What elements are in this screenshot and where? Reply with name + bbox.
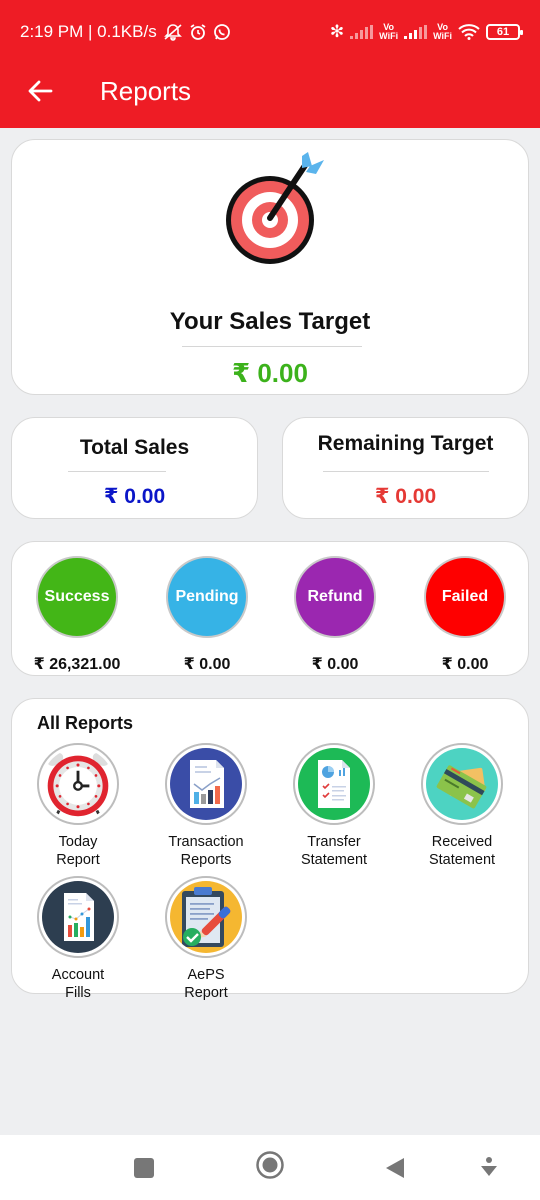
top-bar: 2:19 PM | 0.1KB/s ✻ Vo WiFi Vo WiFi 61 Rep… [0,0,540,128]
sales-target-value: ₹ 0.00 [232,358,308,388]
battery-icon: 61 [486,24,523,40]
report-label: Today [58,834,98,850]
transaction-status-card: Success ₹ 26,321.00 Pending ₹ 0.00 Refun… [11,541,529,676]
success-amount: ₹ 26,321.00 [33,656,121,673]
status-failed: Failed ₹ 0.00 [410,556,520,674]
assistant-icon [481,1157,497,1176]
back-icon [386,1158,404,1178]
today-report-button[interactable]: Today Report [14,743,142,869]
battery-level: 61 [496,26,510,38]
remaining-target-value: ₹ 0.00 [374,485,437,508]
whatsapp-icon [213,24,230,40]
report-label: Transfer [307,834,361,850]
total-sales-card: Total Sales ₹ 0.00 [11,417,258,519]
remaining-target-title: Remaining Target [317,432,494,455]
chart-document-icon [190,760,224,808]
pending-label: Pending [175,588,239,605]
bar-chart-document-icon [64,893,94,941]
alarm-icon [190,24,206,40]
app-bar: Reports [0,68,540,114]
total-sales-title: Total Sales [79,436,190,459]
success-button[interactable]: Success [36,556,118,638]
status-time-speed: 2:19 PM | 0.1KB/s [20,22,157,41]
target-icon [226,152,324,264]
vowifi-icon: Vo WiFi [379,22,399,41]
report-label: Report [56,852,100,868]
all-reports-title: All Reports [37,713,134,733]
status-refund: Refund ₹ 0.00 [280,556,390,674]
assistant-button[interactable] [474,1155,504,1181]
refund-label: Refund [307,588,363,605]
bluetooth-icon: ✻ [329,22,345,41]
back-nav-button[interactable] [380,1155,410,1181]
status-success: Success ₹ 26,321.00 [22,556,132,674]
divider [182,346,362,347]
report-label: Statement [428,852,496,868]
arrow-left-icon [28,80,53,102]
home-icon [256,1151,284,1179]
sales-target-title: Your Sales Target [169,308,371,335]
recents-icon [134,1158,154,1178]
mute-icon [163,24,182,41]
alarm-clock-icon [47,752,109,819]
status-pending: Pending ₹ 0.00 [152,556,262,674]
statement-document-icon [318,760,350,808]
clipboard-check-icon [182,887,231,947]
account-fills-button[interactable]: Account Fills [14,876,142,1002]
status-bar: 2:19 PM | 0.1KB/s ✻ Vo WiFi Vo WiFi 61 [20,20,523,44]
signal-icon [404,25,428,39]
refund-button[interactable]: Refund [294,556,376,638]
report-label: AePS [187,967,225,983]
report-label: Report [184,985,228,1001]
credit-card-icon [436,765,487,809]
report-label: Received [431,834,493,850]
pending-button[interactable]: Pending [166,556,248,638]
refund-amount: ₹ 0.00 [311,656,359,673]
transfer-statement-button[interactable]: Transfer Statement [270,743,398,869]
report-label: Reports [180,852,232,868]
total-sales-value: ₹ 0.00 [103,485,166,508]
vowifi-icon: Vo WiFi [433,22,452,41]
success-label: Success [44,588,110,605]
received-statement-button[interactable]: Received Statement [398,743,526,869]
all-reports-card: All Reports Today Report Transaction Rep… [11,698,529,1001]
divider [68,471,166,472]
page-title: Reports [100,75,192,106]
wifi-icon [458,24,480,40]
failed-amount: ₹ 0.00 [441,656,489,673]
sales-target-card: Your Sales Target ₹ 0.00 [11,139,529,395]
remaining-target-card: Remaining Target ₹ 0.00 [282,417,529,519]
report-label: Statement [300,852,368,868]
transaction-reports-button[interactable]: Transaction Reports [142,743,270,869]
report-label: Fills [65,985,91,1001]
home-button[interactable] [255,1151,285,1179]
failed-label: Failed [441,588,489,605]
divider [323,471,489,472]
pending-amount: ₹ 0.00 [183,656,231,673]
signal-icon [350,25,374,39]
system-nav-bar [0,1135,540,1200]
aeps-report-button[interactable]: AePS Report [142,876,270,1002]
back-button[interactable] [20,71,60,111]
report-label: Transaction [168,834,244,850]
recents-button[interactable] [129,1155,159,1181]
failed-button[interactable]: Failed [424,556,506,638]
report-label: Account [51,967,105,983]
